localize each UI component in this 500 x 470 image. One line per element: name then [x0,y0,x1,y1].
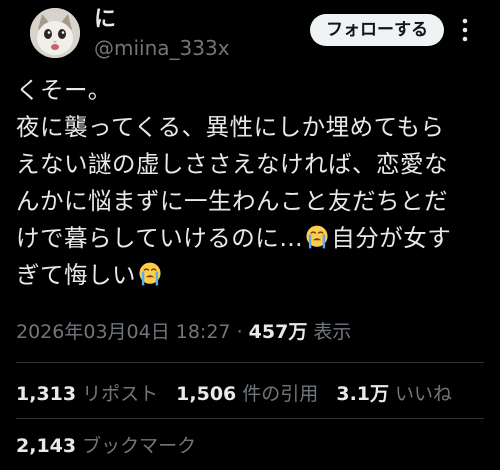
likes-stat[interactable]: 3.1万 いいね [336,383,452,405]
more-options-icon[interactable] [452,14,478,46]
post-line: えない謎の虚しささえなければ、恋愛な [16,150,448,178]
post-line-segment: 自分が女す [331,224,452,252]
loudly-crying-face-emoji-icon [139,262,161,286]
quotes-count: 1,506 [176,383,237,405]
likes-label: いいね [395,383,453,405]
quotes-stat[interactable]: 1,506 件の引用 [176,383,318,405]
reposts-label: リポスト [82,383,159,405]
post-line-with-emoji: ぎて悔しい [16,257,482,294]
likes-count: 3.1万 [336,383,390,405]
post-line-segment: けで暮らしていけるのに… [16,224,304,252]
divider [16,362,484,363]
post-line-with-emoji: けで暮らしていけるのに… 自分が女す [16,220,482,257]
post-timestamp[interactable]: 2026年03月04日 18:27 [16,321,231,343]
loudly-crying-face-emoji-icon [306,225,328,249]
author-names: に @miina_333x [94,7,230,61]
post-line: んかに悩まずに一生わんこと友だちとだ [16,187,448,215]
post-line-segment: ぎて悔しい [16,261,136,289]
post-text: くそー。 夜に襲ってくる、異性にしか埋めてもら えない謎の虚しささえなければ、恋… [16,72,482,294]
reposts-stat[interactable]: 1,313 リポスト [16,383,158,405]
divider [16,418,484,419]
post-line: くそー。 [16,76,112,104]
post-header: に @miina_333x フォローする [16,0,484,66]
post-meta: 2026年03月04日 18:27 · 457万 表示 [16,318,351,346]
views-label: 表示 [313,321,352,343]
username-handle[interactable]: @miina_333x [94,35,230,61]
follow-button[interactable]: フォローする [310,14,444,46]
bookmarks-label: ブックマーク [82,435,197,457]
quotes-label: 件の引用 [242,383,319,405]
meta-separator: · [236,321,243,343]
post: に @miina_333x フォローする くそー。 夜に襲ってくる、異性にしか埋… [0,0,500,470]
cat-avatar-image [30,8,80,58]
views-count: 457万 [248,321,308,343]
engagement-stats: 1,313 リポスト 1,506 件の引用 3.1万 いいね [16,380,464,408]
avatar[interactable] [30,8,80,58]
bookmarks-count: 2,143 [16,435,77,457]
bookmarks-stat[interactable]: 2,143 ブックマーク [16,432,196,460]
reposts-count: 1,313 [16,383,77,405]
display-name[interactable]: に [94,7,230,33]
post-line: 夜に襲ってくる、異性にしか埋めてもら [16,113,445,141]
